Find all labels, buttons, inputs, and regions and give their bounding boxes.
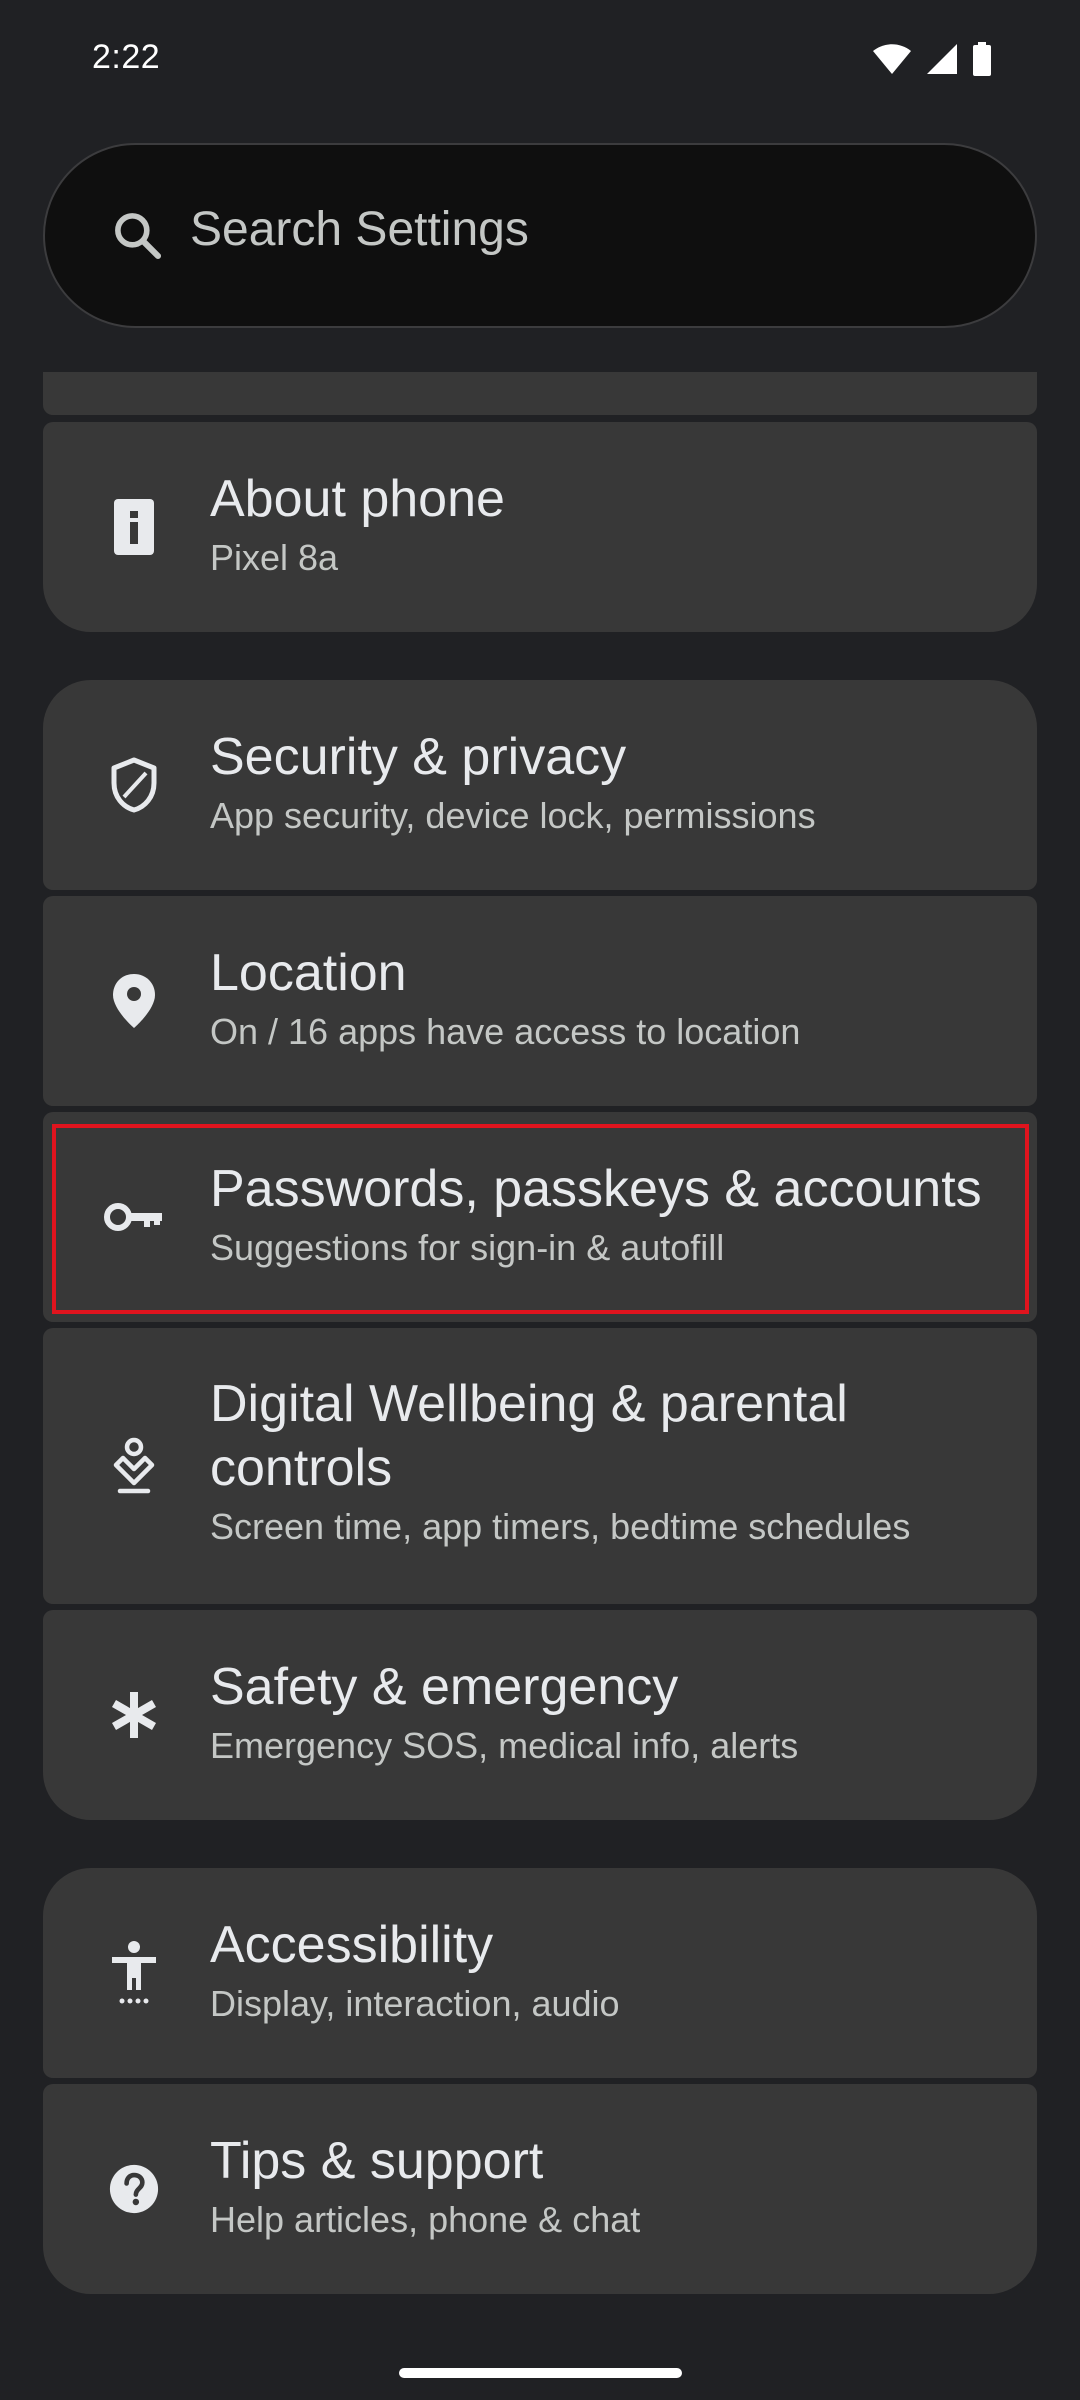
status-icons (872, 42, 992, 76)
accessibility-icon (109, 1940, 159, 2006)
settings-item-subtitle: Emergency SOS, medical info, alerts (210, 1725, 799, 1766)
location-pin-icon (109, 974, 159, 1028)
status-time: 2:22 (92, 38, 161, 76)
search-bar[interactable]: Search Settings (43, 143, 1037, 328)
gesture-nav-handle[interactable] (399, 2368, 682, 2378)
settings-item-title: Security & privacy (210, 728, 627, 786)
settings-item-subtitle: Display, interaction, audio (210, 1983, 620, 2024)
battery-icon (972, 42, 992, 76)
wellbeing-icon (109, 1436, 159, 1496)
settings-item-tips-support[interactable]: Tips & support Help articles, phone & ch… (43, 2084, 1037, 2294)
search-icon (109, 207, 165, 268)
settings-item-subtitle: Help articles, phone & chat (210, 2199, 641, 2240)
settings-item-title-line2: controls (210, 1439, 393, 1497)
settings-item-title: Location (210, 944, 407, 1002)
settings-item-safety-emergency[interactable]: Safety & emergency Emergency SOS, medica… (43, 1610, 1037, 1820)
settings-item-location[interactable]: Location On / 16 apps have access to loc… (43, 896, 1037, 1106)
settings-item-title: About phone (210, 470, 505, 528)
wifi-icon (872, 43, 912, 75)
settings-item-subtitle: App security, device lock, permissions (210, 795, 816, 836)
settings-item-title-line1: Digital Wellbeing & parental (210, 1375, 848, 1433)
cellular-signal-icon (926, 43, 958, 75)
settings-item-subtitle: On / 16 apps have access to location (210, 1011, 801, 1052)
search-input[interactable]: Search Settings (190, 202, 529, 257)
settings-item-about-phone[interactable]: About phone Pixel 8a (43, 422, 1037, 632)
settings-item-subtitle: Screen time, app timers, bedtime schedul… (210, 1506, 911, 1547)
shield-icon (109, 757, 159, 813)
settings-item-accessibility[interactable]: Accessibility Display, interaction, audi… (43, 1868, 1037, 2078)
help-icon (109, 2164, 159, 2214)
asterisk-icon (109, 1690, 159, 1740)
status-bar: 2:22 (0, 0, 1080, 120)
settings-item-title: Tips & support (210, 2132, 544, 2190)
settings-item-security-privacy[interactable]: Security & privacy App security, device … (43, 680, 1037, 890)
settings-item-subtitle: Pixel 8a (210, 537, 339, 578)
settings-item-title: Accessibility (210, 1916, 494, 1974)
settings-item-digital-wellbeing[interactable]: Digital Wellbeing & parental controls Sc… (43, 1328, 1037, 1604)
info-icon (109, 499, 159, 555)
settings-item-title: Safety & emergency (210, 1658, 679, 1716)
highlight-box (52, 1124, 1029, 1314)
settings-item-partial[interactable] (43, 372, 1037, 415)
